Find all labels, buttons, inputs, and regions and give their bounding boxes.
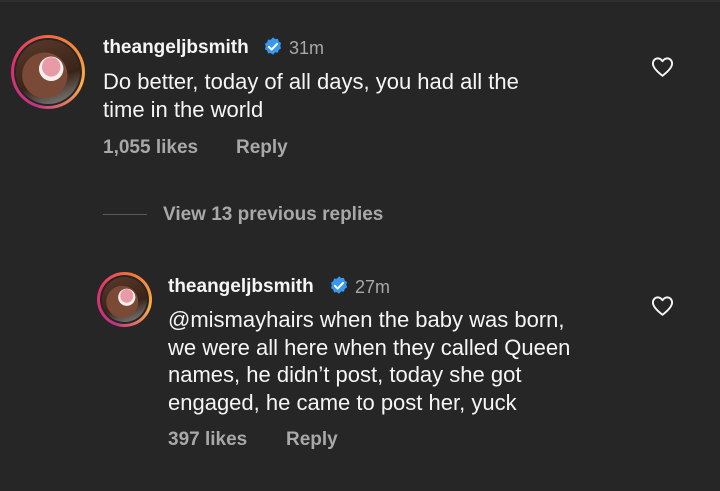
reply-button[interactable]: Reply [236, 137, 288, 159]
comment-text-line: names, he didn’t post, today she got [168, 362, 522, 387]
comment-username[interactable]: theangeljbsmith [103, 37, 249, 59]
comment-text-line: engaged, he came to post her, yuck [168, 389, 517, 415]
comment-text-line: Do better, today of all days, you had al… [103, 69, 519, 94]
top-divider [0, 0, 720, 2]
reply-button[interactable]: Reply [286, 429, 338, 451]
comment-text-line: we were all here when they called Queen [168, 334, 571, 360]
heart-outline-icon[interactable] [651, 295, 674, 317]
comment-text: Do better, today of all days, you had al… [103, 68, 519, 123]
comment-timestamp: 27m [355, 277, 391, 297]
view-replies-label[interactable]: View 13 previous replies [163, 204, 383, 226]
verified-badge-icon [264, 37, 282, 55]
comment-timestamp: 31m [289, 38, 325, 58]
comment-text: @mismayhairs when the baby was born, we … [168, 306, 570, 416]
avatar[interactable] [11, 35, 85, 109]
like-count[interactable]: 1,055 likes [103, 137, 198, 159]
comment-text-line: time in the world [103, 96, 264, 122]
profile-photo [16, 40, 80, 104]
comment-text-line: @mismayhairs when the baby was born, [168, 307, 565, 332]
heart-outline-icon[interactable] [651, 56, 674, 78]
comment-username[interactable]: theangeljbsmith [168, 276, 314, 298]
avatar[interactable] [97, 272, 152, 327]
profile-photo [102, 277, 147, 322]
like-count[interactable]: 397 likes [168, 429, 247, 451]
verified-badge-icon [330, 276, 348, 294]
replies-divider [103, 214, 147, 215]
